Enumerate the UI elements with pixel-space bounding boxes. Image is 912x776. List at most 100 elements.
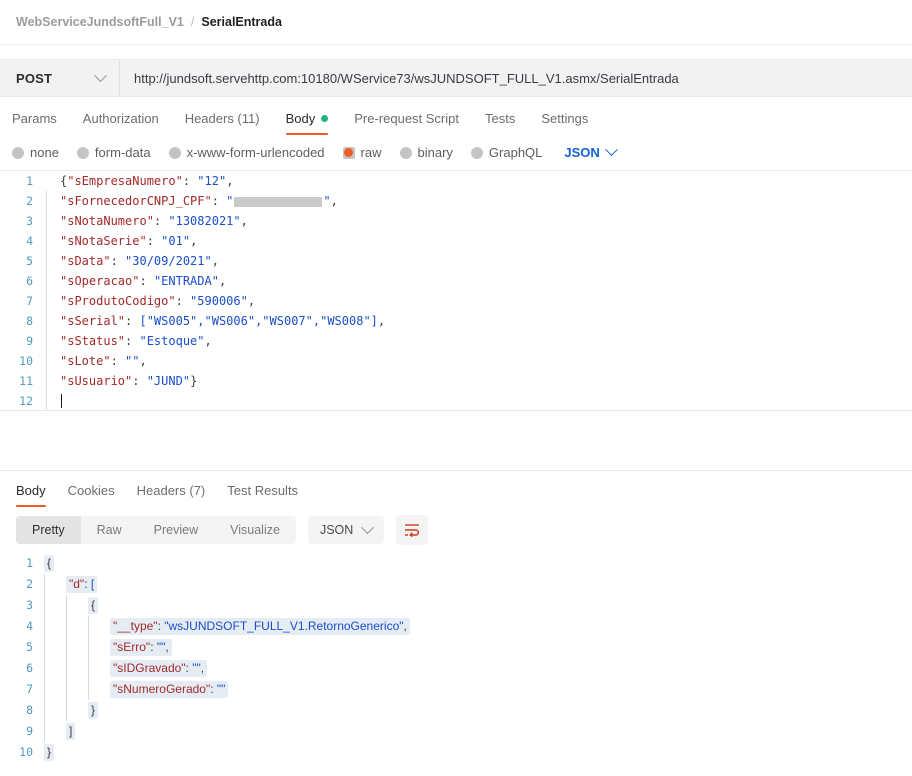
wrap-lines-button[interactable] [396, 515, 429, 545]
radio-icon [470, 146, 483, 159]
response-tab-cookies[interactable]: Cookies [68, 483, 115, 507]
response-format-selector[interactable]: JSON [307, 516, 385, 544]
request-body-editor[interactable]: 1 {"sEmpresaNumero": "12", 2 "sFornecedorCN… [0, 170, 912, 470]
indent-guide [44, 658, 66, 679]
redacted-value [234, 196, 323, 207]
code-text: "sUsuario": "JUND"} [60, 374, 198, 388]
breadcrumb-separator: / [190, 15, 195, 29]
response-code-line: 4 "__type": "wsJUNDSOFT_FULL_V1.RetornoGe… [0, 616, 912, 637]
tab-body-label: Body [285, 111, 316, 126]
body-type-raw[interactable]: raw [342, 145, 382, 160]
response-view-raw[interactable]: Raw [81, 516, 138, 544]
line-number: 4 [26, 619, 33, 633]
response-tab-test-results[interactable]: Test Results [227, 483, 298, 507]
response-view-pretty-label: Pretty [32, 523, 65, 537]
body-type-urlencoded[interactable]: x-www-form-urlencoded [168, 145, 325, 160]
body-type-binary[interactable]: binary [399, 145, 453, 160]
tab-pre-request-script[interactable]: Pre-request Script [354, 111, 459, 135]
tab-pre-request-script-label: Pre-request Script [354, 111, 459, 126]
line-number: 9 [26, 724, 33, 738]
indent-guide [88, 637, 110, 658]
indent-guide [88, 658, 110, 679]
tab-authorization[interactable]: Authorization [83, 111, 159, 135]
request-code-line: 12 [0, 391, 912, 411]
response-view-raw-label: Raw [96, 523, 122, 537]
body-format-selector[interactable]: JSON [564, 143, 618, 160]
body-type-form-data[interactable]: form-data [76, 145, 151, 160]
chevron-down-icon [361, 520, 375, 534]
indent-guide [88, 616, 110, 637]
response-view-preview-label: Preview [153, 523, 199, 537]
url-input[interactable]: http://jundsoft.servehttp.com:10180/WSer… [120, 60, 912, 96]
radio-icon [76, 146, 89, 159]
body-type-graphql-label: GraphQL [488, 145, 543, 160]
indent-guide [44, 700, 66, 721]
indent-guide [66, 658, 88, 679]
request-code-area[interactable]: 1 {"sEmpresaNumero": "12", 2 "sFornecedorCN… [0, 171, 912, 411]
indent-guide [44, 616, 66, 637]
request-code-line: 6 "sOperacao": "ENTRADA", [0, 271, 912, 291]
tab-headers[interactable]: Headers (11) [185, 111, 260, 135]
code-text: "sErro": "", [110, 637, 172, 658]
fold-guide [46, 171, 58, 191]
line-number: 10 [19, 354, 33, 368]
response-view-preview[interactable]: Preview [138, 516, 214, 544]
response-tab-body[interactable]: Body [16, 483, 46, 507]
body-type-none[interactable]: none [12, 145, 59, 160]
fold-guide [46, 191, 58, 211]
request-code-line: 8 "sSerial": ["WS005","WS006","WS007","WS… [0, 311, 912, 331]
code-text: "sSerial": ["WS005","WS006","WS007","WS0… [60, 314, 386, 328]
line-number: 10 [19, 745, 33, 759]
response-code-line: 3{ [0, 595, 912, 616]
line-number: 2 [26, 577, 33, 591]
response-view-visualize-label: Visualize [230, 523, 280, 537]
line-number: 1 [26, 174, 33, 188]
radio-icon [399, 146, 412, 159]
indent-guide [44, 595, 66, 616]
line-number: 2 [26, 194, 33, 208]
tab-tests[interactable]: Tests [485, 111, 515, 135]
response-code-line: 1{ [0, 553, 912, 574]
fold-guide [46, 351, 58, 371]
tab-params[interactable]: Params [12, 111, 57, 135]
response-tab-cookies-label: Cookies [67, 483, 115, 498]
indent-guide [66, 595, 88, 616]
response-view-visualize[interactable]: Visualize [214, 516, 296, 544]
tab-authorization-label: Authorization [82, 111, 159, 126]
response-code-line: 2 "d": [ [0, 574, 912, 595]
response-tab-headers[interactable]: Headers (7) [137, 483, 206, 507]
response-body-viewer[interactable]: 1{2 "d": [3{4 "__type": "wsJUNDSOFT_FULL_V… [0, 553, 912, 763]
tab-settings[interactable]: Settings [541, 111, 588, 135]
breadcrumb-collection[interactable]: WebServiceJundsoftFull_V1 [16, 15, 184, 29]
code-text: "sOperacao": "ENTRADA", [60, 274, 227, 288]
indent-guide [44, 679, 66, 700]
breadcrumb-request-name[interactable]: SerialEntrada [201, 15, 282, 29]
code-text: "sNotaSerie": "01", [60, 234, 198, 248]
radio-selected-icon [342, 146, 355, 159]
indent-guide [44, 574, 66, 595]
request-code-line: 2 "sFornecedorCNPJ_CPF": " ", [0, 191, 912, 211]
response-code-line: 8} [0, 700, 912, 721]
tab-settings-label: Settings [541, 111, 589, 126]
code-text: { [88, 595, 99, 616]
line-number: 3 [26, 214, 33, 228]
body-type-form-data-label: form-data [94, 145, 151, 160]
body-type-graphql[interactable]: GraphQL [470, 145, 543, 160]
body-format-label: JSON [564, 145, 600, 160]
tab-params-label: Params [12, 111, 57, 126]
line-number: 6 [26, 661, 33, 675]
url-bar: POST http://jundsoft.servehttp.com:10180… [0, 59, 912, 97]
response-format-label: JSON [319, 523, 354, 537]
fold-guide [46, 271, 58, 291]
line-number: 3 [26, 598, 33, 612]
body-type-binary-label: binary [417, 145, 453, 160]
line-number: 9 [26, 334, 33, 348]
code-text: "sStatus": "Estoque", [60, 334, 212, 348]
indent-guide [66, 637, 88, 658]
http-method-selector[interactable]: POST [0, 60, 120, 96]
radio-icon [168, 146, 181, 159]
tab-body[interactable]: Body [285, 111, 329, 135]
line-number: 5 [26, 254, 33, 268]
code-text [58, 391, 62, 411]
response-view-pretty[interactable]: Pretty [16, 516, 81, 544]
